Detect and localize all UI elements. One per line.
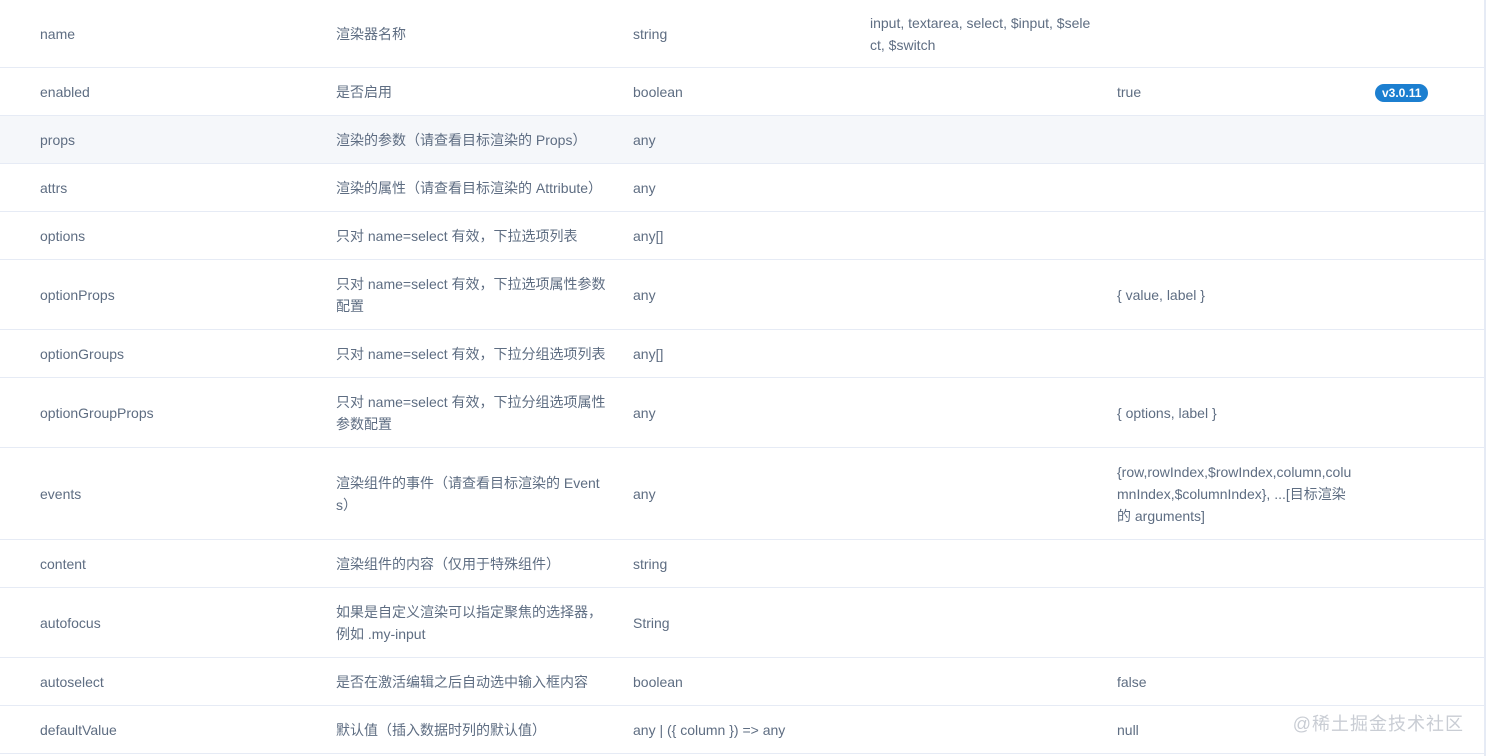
cell-default: false <box>1117 673 1147 690</box>
version-badge: v3.0.11 <box>1375 83 1429 102</box>
cell-desc: 是否启用 <box>336 83 392 100</box>
table-row[interactable]: name 渲染器名称 string input, textarea, selec… <box>0 0 1486 68</box>
cell-options: input, textarea, select, $input, $select… <box>870 14 1091 53</box>
cell-name: optionGroups <box>40 345 125 362</box>
cell-type: any <box>633 131 656 148</box>
table-row[interactable]: props 渲染的参数（请查看目标渲染的 Props） any <box>0 116 1486 164</box>
cell-type: string <box>633 25 668 42</box>
cell-name: optionProps <box>40 286 115 303</box>
cell-desc: 渲染的属性（请查看目标渲染的 Attribute） <box>336 179 603 196</box>
table-row[interactable]: optionGroupProps 只对 name=select 有效，下拉分组选… <box>0 378 1486 448</box>
cell-desc: 如果是自定义渲染可以指定聚焦的选择器，例如 .my-input <box>336 603 602 642</box>
cell-type: any <box>633 179 656 196</box>
table-row[interactable]: defaultValue 默认值（插入数据时列的默认值） any | ({ co… <box>0 706 1486 754</box>
table-row[interactable]: autofocus 如果是自定义渲染可以指定聚焦的选择器，例如 .my-inpu… <box>0 588 1486 658</box>
cell-type: boolean <box>633 83 683 100</box>
table-row[interactable]: options 只对 name=select 有效，下拉选项列表 any[] <box>0 212 1486 260</box>
table-row[interactable]: optionProps 只对 name=select 有效，下拉选项属性参数配置… <box>0 260 1486 330</box>
cell-name: options <box>40 227 86 244</box>
props-table: name 渲染器名称 string input, textarea, selec… <box>0 0 1486 754</box>
table-row[interactable]: events 渲染组件的事件（请查看目标渲染的 Events） any {row… <box>0 448 1486 540</box>
table-row[interactable]: enabled 是否启用 boolean true v3.0.11 <box>0 68 1486 116</box>
table-row[interactable]: optionGroups 只对 name=select 有效，下拉分组选项列表 … <box>0 330 1486 378</box>
cell-name: autoselect <box>40 673 104 690</box>
cell-type: any[] <box>633 227 664 244</box>
cell-type: any | ({ column }) => any <box>633 721 786 738</box>
cell-name: props <box>40 131 76 148</box>
cell-type: any <box>633 404 656 421</box>
cell-name: defaultValue <box>40 721 117 738</box>
cell-desc: 默认值（插入数据时列的默认值） <box>336 721 546 738</box>
cell-desc: 渲染的参数（请查看目标渲染的 Props） <box>336 131 587 148</box>
version-cell: v3.0.11 <box>1375 81 1429 103</box>
cell-type: String <box>633 614 670 631</box>
cell-desc: 渲染组件的事件（请查看目标渲染的 Events） <box>336 474 600 513</box>
cell-desc: 渲染组件的内容（仅用于特殊组件） <box>336 555 560 572</box>
cell-default: true <box>1117 83 1142 100</box>
cell-desc: 只对 name=select 有效，下拉选项列表 <box>336 227 578 244</box>
cell-type: any <box>633 485 656 502</box>
watermark: @稀土掘金技术社区 <box>1292 714 1464 734</box>
cell-name: attrs <box>40 179 68 196</box>
cell-default: { value, label } <box>1117 286 1205 303</box>
cell-desc: 渲染器名称 <box>336 25 406 42</box>
cell-type: any <box>633 286 656 303</box>
cell-name: name <box>40 25 76 42</box>
cell-name: events <box>40 485 82 502</box>
cell-type: boolean <box>633 673 683 690</box>
cell-desc: 只对 name=select 有效，下拉选项属性参数配置 <box>336 275 606 314</box>
table-row[interactable]: content 渲染组件的内容（仅用于特殊组件） string <box>0 540 1486 588</box>
cell-name: autofocus <box>40 614 101 631</box>
cell-name: content <box>40 555 86 572</box>
table-row[interactable]: autoselect 是否在激活编辑之后自动选中输入框内容 boolean fa… <box>0 658 1486 706</box>
cell-desc: 只对 name=select 有效，下拉分组选项属性参数配置 <box>336 393 606 432</box>
cell-type: any[] <box>633 345 664 362</box>
cell-desc: 只对 name=select 有效，下拉分组选项列表 <box>336 345 606 362</box>
cell-default: {row,rowIndex,$rowIndex,column,columnInd… <box>1117 463 1352 524</box>
cell-default: { options, label } <box>1117 404 1217 421</box>
table-row[interactable]: attrs 渲染的属性（请查看目标渲染的 Attribute） any <box>0 164 1486 212</box>
cell-name: optionGroupProps <box>40 404 154 421</box>
cell-type: string <box>633 555 668 572</box>
cell-name: enabled <box>40 83 90 100</box>
cell-desc: 是否在激活编辑之后自动选中输入框内容 <box>336 673 588 690</box>
